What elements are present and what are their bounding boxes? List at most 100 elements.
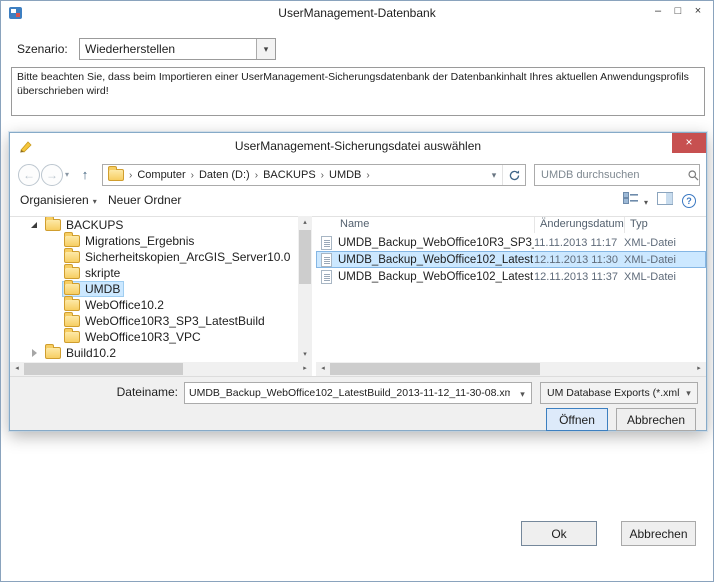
column-header-type[interactable]: Typ [630,218,648,230]
file-name: UMDB_Backup_WebOffice102_LatestBuil... [338,271,534,283]
toolbar-right-icons [623,191,696,210]
tree-item[interactable]: WebOffice10R3_SP3_LatestBuild [10,313,298,329]
tree-vertical-scrollbar[interactable] [298,216,312,362]
search-box [534,164,700,186]
ok-button[interactable]: Ok [521,521,597,546]
view-mode-button[interactable] [623,191,648,210]
search-input[interactable] [535,169,687,181]
filetype-value: UM Database Exports (*.xml) [547,387,680,399]
caption-buttons: – □ × [648,3,708,21]
filename-input[interactable] [185,387,514,399]
main-titlebar[interactable]: UserManagement-Datenbank – □ × [1,1,713,27]
scroll-up-icon[interactable] [298,216,312,230]
list-horizontal-scrollbar[interactable] [316,362,706,376]
tree-item-label: WebOffice10R3_VPC [85,330,201,344]
scenario-label: Szenario: [17,42,68,56]
maximize-button[interactable]: □ [668,3,688,21]
preview-pane-icon [657,192,673,205]
refresh-button[interactable] [502,165,525,185]
minimize-button[interactable]: – [648,3,668,21]
xml-file-icon [321,236,332,250]
tree-item[interactable]: UMDB [10,281,298,297]
file-dialog: UserManagement-Sicherungsdatei auswählen… [9,132,707,431]
file-name: UMDB_Backup_WebOffice102_LatestBuil... [338,254,534,266]
expander-icon [49,249,59,265]
view-mode-icon [623,191,640,205]
breadcrumb-segment[interactable]: UMDB [329,169,375,181]
tree-item[interactable]: Migrations_Ergebnis [10,233,298,249]
tree-item[interactable]: WebOffice10.2 [10,297,298,313]
expander-icon[interactable] [30,217,40,233]
filename-combo [184,382,532,404]
filename-label: Dateiname: [117,385,178,399]
breadcrumb-segment[interactable]: Daten (D:) [199,169,263,181]
tree-horizontal-scrollbar[interactable] [10,362,312,376]
address-bar[interactable]: ComputerDaten (D:)BACKUPSUMDB [102,164,526,186]
close-button[interactable]: × [688,3,708,21]
folder-icon [108,169,124,181]
expander-icon [49,265,59,281]
expander-icon [49,281,59,297]
folder-icon [64,267,80,279]
file-type: XML-Datei [624,271,676,283]
preview-pane-button[interactable] [657,192,673,210]
file-list: UMDB_Backup_WebOffice10R3_SP3_Late...11.… [316,234,706,285]
tree-item[interactable]: BACKUPS [10,217,298,233]
tree-item[interactable]: WebOffice10R3_VPC [10,329,298,345]
scroll-left-icon[interactable] [316,362,330,376]
tree-item-label: WebOffice10R3_SP3_LatestBuild [85,314,265,328]
scrollbar-thumb[interactable] [330,363,540,375]
tree-item[interactable]: Build10.2 [10,345,298,361]
dialog-bottom-panel: Dateiname: UM Database Exports (*.xml) Ö… [10,376,706,430]
expander-icon[interactable] [30,345,40,361]
scroll-left-icon[interactable] [10,362,24,376]
scrollbar-thumb[interactable] [24,363,183,375]
tree-item-label: Sicherheitskopien_ArcGIS_Server10.0 [85,250,290,264]
scroll-down-icon[interactable] [298,348,312,362]
dialog-cancel-button[interactable]: Abbrechen [616,408,696,431]
file-row[interactable]: UMDB_Backup_WebOffice102_LatestBuil...12… [316,268,706,285]
folder-icon [45,347,61,359]
scrollbar-thumb[interactable] [299,230,311,284]
organize-button[interactable]: Organisieren [20,193,97,207]
help-button[interactable] [682,194,696,208]
chevron-down-icon[interactable] [256,39,275,59]
scenario-value: Wiederherstellen [80,42,256,56]
chevron-down-icon [644,198,648,207]
scroll-right-icon[interactable] [298,362,312,376]
recent-locations-dropdown-icon[interactable] [65,170,69,179]
filetype-select[interactable]: UM Database Exports (*.xml) [540,382,698,404]
address-dropdown-icon[interactable] [486,169,502,181]
dialog-close-button[interactable]: × [672,133,706,153]
breadcrumb-segment[interactable]: Computer [137,169,199,181]
breadcrumb-segment[interactable]: BACKUPS [263,169,329,181]
tree-item-label: skripte [85,266,120,280]
new-folder-button[interactable]: Neuer Ordner [108,193,181,207]
cancel-button[interactable]: Abbrechen [621,521,696,546]
search-icon[interactable] [687,169,700,182]
tree-item-label: UMDB [85,282,120,296]
file-row[interactable]: UMDB_Backup_WebOffice102_LatestBuil...12… [316,251,706,268]
file-row[interactable]: UMDB_Backup_WebOffice10R3_SP3_Late...11.… [316,234,706,251]
up-button[interactable] [73,164,97,186]
file-modified: 11.11.2013 11:17 [534,237,624,249]
tree-item[interactable]: skripte [10,265,298,281]
scroll-right-icon[interactable] [692,362,706,376]
scenario-select[interactable]: Wiederherstellen [79,38,276,60]
chevron-down-icon [93,197,97,206]
xml-file-icon [321,270,332,284]
folder-icon [64,251,80,263]
tree-item[interactable]: Sicherheitskopien_ArcGIS_Server10.0 [10,249,298,265]
forward-button[interactable] [41,164,63,186]
dialog-titlebar[interactable]: UserManagement-Sicherungsdatei auswählen… [10,133,706,159]
open-button[interactable]: Öffnen [546,408,608,431]
folder-icon [64,331,80,343]
folder-icon [64,315,80,327]
folder-tree: BACKUPSMigrations_ErgebnisSicherheitskop… [10,217,298,361]
column-header-modified[interactable]: Änderungsdatum [540,218,624,230]
refresh-icon [508,169,521,182]
folder-icon [64,283,80,295]
column-header-name[interactable]: Name [340,218,369,230]
back-button[interactable] [18,164,40,186]
chevron-down-icon[interactable] [514,384,531,402]
